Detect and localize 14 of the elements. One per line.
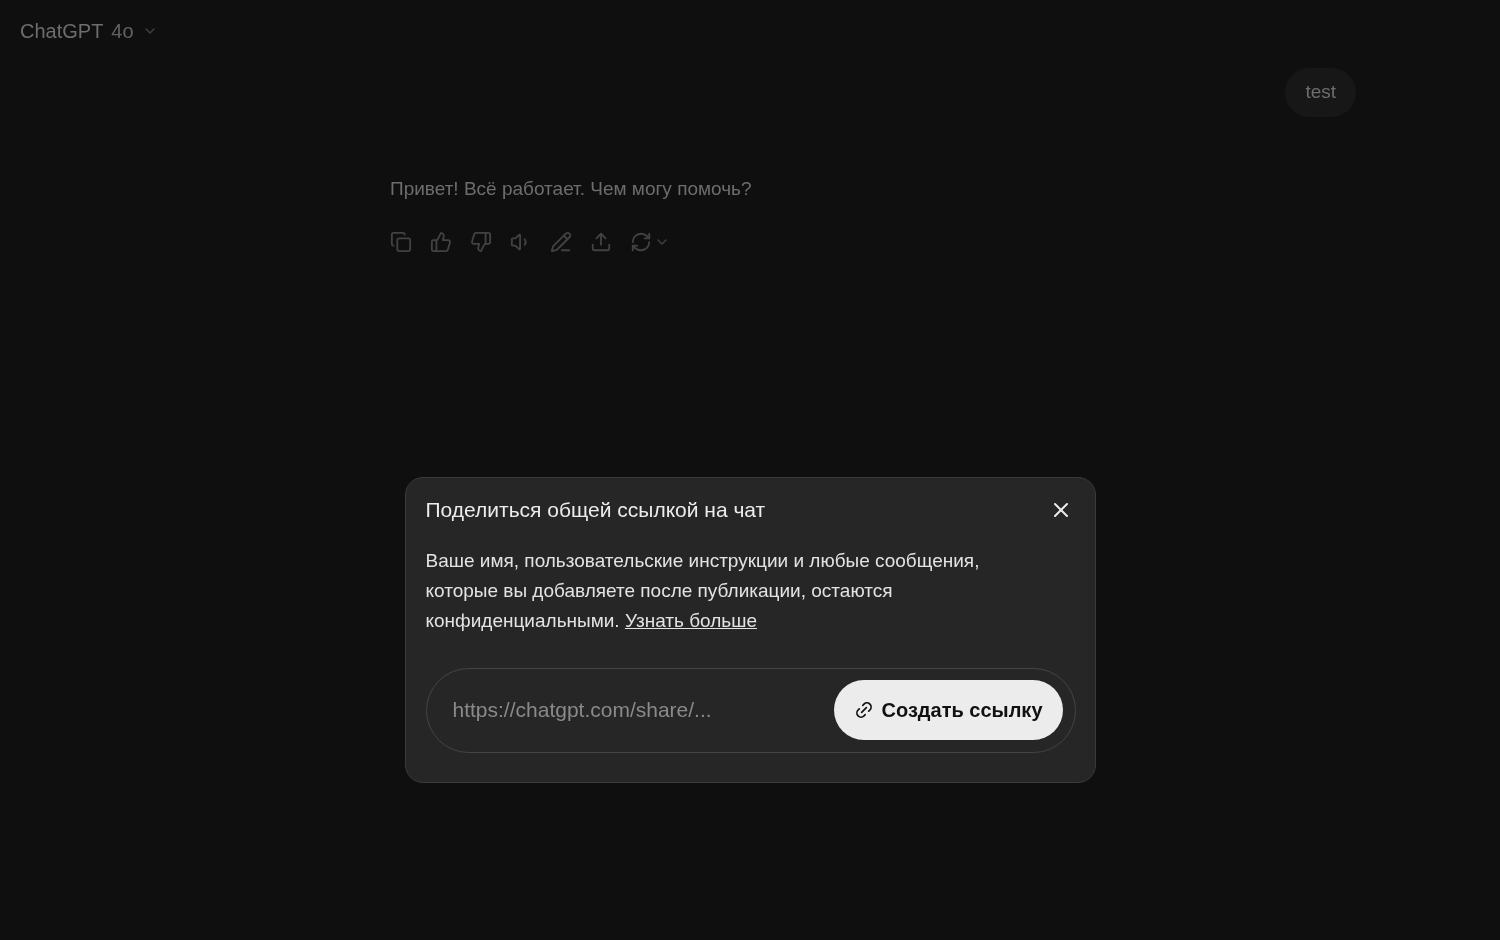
model-name: 4o (111, 19, 134, 44)
app-title: ChatGPT (20, 19, 104, 44)
pencil-icon[interactable] (550, 231, 572, 253)
thumbs-up-icon[interactable] (430, 231, 452, 253)
assistant-message: Привет! Всё работает. Чем могу помочь? (390, 176, 753, 201)
upload-icon[interactable] (590, 231, 612, 253)
thumbs-down-icon[interactable] (470, 231, 492, 253)
copy-icon[interactable] (390, 231, 412, 253)
user-message: test (1285, 68, 1356, 117)
dialog-title: Поделиться общей ссылкой на чат (425, 497, 766, 523)
create-link-button[interactable]: Создать ссылку (833, 680, 1063, 740)
dialog-description: Ваше имя, пользовательские инструкции и любые сообщения, которые вы добавляете после публикации, остаются конфиденциальными. Узнать больше (425, 548, 981, 633)
learn-more-link[interactable]: Узнать больше (624, 609, 757, 631)
refresh-icon (630, 231, 652, 253)
